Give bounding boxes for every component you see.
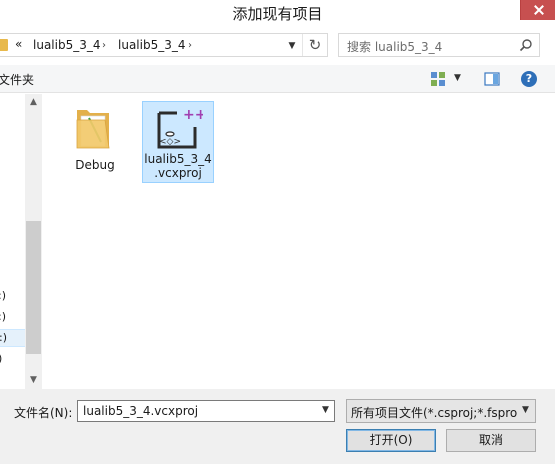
vcxproj-icon: ++ <◇> (157, 107, 203, 149)
search-icon[interactable] (519, 38, 533, 52)
breadcrumb-item[interactable]: lualib5_3_4 (118, 38, 185, 52)
nav-drive-item[interactable]: :) (0, 329, 26, 347)
chevron-up-icon[interactable]: ▲ (25, 94, 42, 111)
scrollbar-thumb[interactable] (26, 221, 41, 354)
filetype-select[interactable]: 所有项目文件(*.csproj;*.fsproj ▼ (346, 399, 536, 423)
file-name-line2: .vcxproj (154, 166, 202, 180)
close-button[interactable] (520, 0, 555, 20)
file-name-line1: lualib5_3_4 (144, 152, 212, 166)
open-button[interactable]: 打开(O) (346, 429, 436, 452)
nav-drive-item[interactable]: ) (0, 352, 2, 365)
filename-value[interactable]: lualib5_3_4.vcxproj (83, 404, 198, 418)
file-name: Debug (75, 158, 115, 172)
filename-field[interactable]: lualib5_3_4.vcxproj ▼ (77, 400, 335, 422)
dialog-footer: 文件名(N): lualib5_3_4.vcxproj ▼ 所有项目文件(*.c… (0, 389, 555, 464)
svg-text:++: ++ (183, 107, 203, 123)
breadcrumb-overflow[interactable]: « (15, 37, 22, 51)
window-title: 添加现有项目 (232, 5, 323, 23)
filename-label: 文件名(N): (14, 406, 73, 420)
svg-text:<◇>: <◇> (159, 137, 181, 147)
title-bar: 添加现有项目 (0, 0, 555, 27)
chevron-right-icon[interactable]: › (102, 40, 106, 51)
search-placeholder: 搜索 lualib5_3_4 (347, 40, 443, 54)
nav-drive-item[interactable]: :) (0, 289, 6, 302)
preview-pane-icon[interactable] (484, 71, 500, 87)
help-icon[interactable]: ? (521, 71, 537, 87)
nav-drive-item[interactable]: :) (0, 310, 6, 323)
chevron-down-icon[interactable]: ▼ (285, 39, 299, 53)
refresh-icon[interactable]: ↻ (302, 34, 327, 56)
chevron-down-icon[interactable]: ▼ (454, 73, 461, 83)
file-item-debug[interactable]: Debug (59, 100, 131, 182)
new-folder-button[interactable]: 文件夹 (0, 71, 34, 88)
command-bar: 文件夹 ▼ ? (0, 65, 555, 93)
cancel-button[interactable]: 取消 (446, 429, 536, 452)
chevron-down-icon[interactable]: ▼ (322, 405, 329, 415)
search-input[interactable]: 搜索 lualib5_3_4 (338, 33, 540, 57)
navigation-toolbar: « lualib5_3_4 › lualib5_3_4 › ▼ ↻ 搜索 lua… (0, 27, 555, 65)
folder-icon (0, 39, 8, 51)
address-bar[interactable]: « lualib5_3_4 › lualib5_3_4 › ▼ ↻ (0, 33, 328, 57)
filetype-value: 所有项目文件(*.csproj;*.fsproj (351, 406, 517, 420)
breadcrumb-item[interactable]: lualib5_3_4 (33, 38, 100, 52)
folder-icon (76, 110, 110, 149)
chevron-right-icon[interactable]: › (188, 40, 192, 51)
nav-scrollbar[interactable]: ▲ ▼ (25, 94, 42, 389)
view-icon[interactable] (430, 71, 446, 87)
chevron-down-icon[interactable]: ▼ (25, 372, 42, 389)
file-list[interactable]: Debug ++ <◇> lualib5_3_4 .vcxproj (42, 94, 555, 389)
file-item-vcxproj[interactable]: ++ <◇> lualib5_3_4 .vcxproj (142, 101, 214, 183)
chevron-down-icon[interactable]: ▼ (522, 405, 529, 415)
